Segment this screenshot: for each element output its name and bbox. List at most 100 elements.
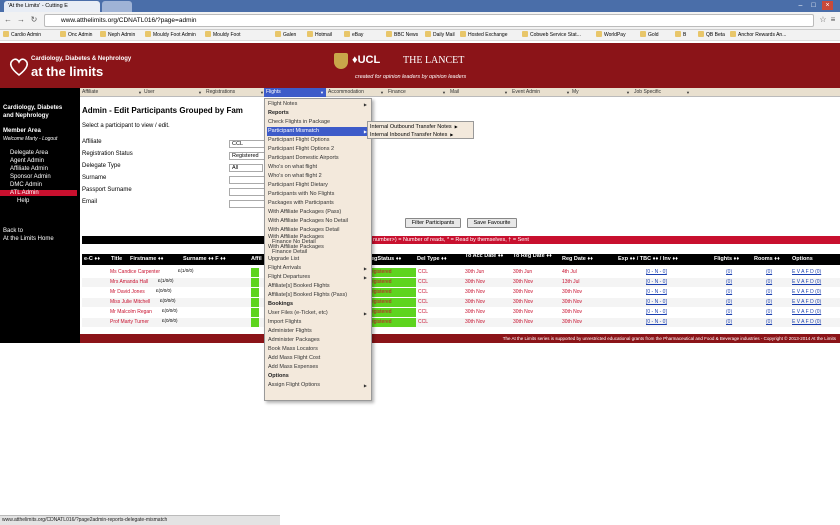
bookmark-item[interactable]: Gold xyxy=(640,31,659,40)
flights-menu-item[interactable]: Add Mass Flight Cost xyxy=(267,354,370,363)
surname-input[interactable] xyxy=(229,176,269,184)
flights-menu-item[interactable]: Participants with No Flights xyxy=(267,190,370,199)
flights-menu-item[interactable]: Participant Domestic Airports xyxy=(267,154,370,163)
flights-menu-item[interactable]: Book Mass Locators xyxy=(267,345,370,354)
flights-link[interactable]: (0) xyxy=(726,318,732,327)
flights-menu-item[interactable]: Flight Notes ▶ xyxy=(267,100,370,109)
col-flights[interactable]: Flights ♦♦ xyxy=(714,254,739,265)
sidebar-item-help[interactable]: Help xyxy=(17,198,29,204)
menu-finance[interactable]: Finance ▼ xyxy=(386,88,448,97)
flights-link[interactable]: (0) xyxy=(726,268,732,277)
rooms-link[interactable]: (0) xyxy=(766,318,772,327)
filter-participants-button[interactable]: Filter Participants xyxy=(405,218,461,228)
col-to-acc-date[interactable]: To Acc Date ♦♦ xyxy=(465,253,507,260)
sidebar-item-sponsor-admin[interactable]: Sponsor Admin xyxy=(10,174,51,180)
participant-name[interactable]: Prof Marty Turner xyxy=(110,318,149,327)
bookmark-item[interactable]: Mouldy Foot Admin xyxy=(145,31,196,40)
participant-name[interactable]: Ms Candice Carpenter xyxy=(110,268,160,277)
flights-menu-item[interactable]: Import Flights xyxy=(267,318,370,327)
bookmark-item[interactable]: Hosted Exchange xyxy=(460,31,507,40)
col-firstname[interactable]: Firstname ♦♦ xyxy=(130,254,163,265)
affiliate-select[interactable]: CCL xyxy=(229,140,269,148)
col-ec[interactable]: e-C ♦♦ xyxy=(84,254,100,265)
flights-menu-item[interactable]: Participant Flight Options xyxy=(267,136,370,145)
sidebar-item-affiliate-admin[interactable]: Affiliate Admin xyxy=(10,166,48,172)
submenu-outbound-transfer-notes[interactable]: Internal Outbound Transfer Notes ▶ xyxy=(370,123,458,131)
email-input[interactable] xyxy=(229,200,269,208)
bookmark-item[interactable]: Hotmail xyxy=(307,31,332,40)
forward-icon[interactable]: → xyxy=(16,15,26,25)
browser-tab-new[interactable] xyxy=(102,1,132,12)
bookmark-item[interactable]: BBC News xyxy=(386,31,418,40)
registration-status-select[interactable]: Registered xyxy=(229,152,269,160)
bookmark-item[interactable]: Onc Admin xyxy=(60,31,92,40)
flights-menu-item[interactable]: Flight Departures ▶ xyxy=(267,273,370,282)
flights-menu-item[interactable]: Who's on what flight 2 xyxy=(267,172,370,181)
delegate-type-select[interactable]: All xyxy=(229,164,263,172)
rooms-link[interactable]: (0) xyxy=(766,288,772,297)
participant-name[interactable]: Mrs Amanda Hall xyxy=(110,278,148,287)
flights-menu-item[interactable]: Affiliate[s] Booked Flights xyxy=(267,282,370,291)
row-options[interactable]: E V A F D (0) xyxy=(792,268,821,277)
flights-menu-item[interactable]: Assign Flight Options ▶ xyxy=(267,381,370,390)
participant-name[interactable]: Mr Malcolm Regan xyxy=(110,308,152,317)
flights-menu-item[interactable]: Participant Flight Dietary xyxy=(267,181,370,190)
participant-name[interactable]: Miss Julie Mitchell xyxy=(110,298,150,307)
exp-tbc-inv-link[interactable]: [0 - N - 0] xyxy=(646,308,667,317)
bookmark-item[interactable]: QB Beta xyxy=(698,31,725,40)
rooms-link[interactable]: (0) xyxy=(766,268,772,277)
flights-menu-item[interactable]: Flight Arrivals ▶ xyxy=(267,264,370,273)
bookmark-item[interactable]: Anchor Rewards An... xyxy=(730,31,786,40)
exp-tbc-inv-link[interactable]: [0 - N - 0] xyxy=(646,278,667,287)
submenu-inbound-transfer-notes[interactable]: Internal Inbound Transfer Notes ▶ xyxy=(370,131,453,139)
browser-tab-active[interactable]: 'At the Limits' - Cutting E xyxy=(4,1,100,12)
welcome-logout-link[interactable]: Welcome Marty - Logout xyxy=(3,136,57,142)
url-input[interactable]: www.atthelimits.org/CDNATL016/?page=admi… xyxy=(44,14,814,27)
menu-my[interactable]: My ▼ xyxy=(570,88,632,97)
sidebar-item-atl-admin[interactable]: ATL Admin xyxy=(0,190,77,196)
flights-menu-item[interactable]: Who's on what flight xyxy=(267,163,370,172)
row-options[interactable]: E V A F D (0) xyxy=(792,298,821,307)
back-home-link[interactable]: At the Limits Home xyxy=(3,236,54,242)
menu-mail[interactable]: Mail ▼ xyxy=(448,88,510,97)
row-options[interactable]: E V A F D (0) xyxy=(792,278,821,287)
close-icon[interactable]: × xyxy=(822,1,833,10)
reload-icon[interactable]: ↻ xyxy=(29,15,39,25)
bookmark-item[interactable]: B xyxy=(675,31,686,40)
maximize-icon[interactable]: □ xyxy=(808,1,819,10)
back-to-label[interactable]: Back to xyxy=(3,228,23,234)
save-favourite-button[interactable]: Save Favourite xyxy=(467,218,517,228)
flights-menu-item[interactable]: Administer Packages xyxy=(267,336,370,345)
col-rooms[interactable]: Rooms ♦♦ xyxy=(754,254,780,265)
exp-tbc-inv-link[interactable]: [0 - N - 0] xyxy=(646,298,667,307)
participant-name[interactable]: Mr David Jones xyxy=(110,288,145,297)
back-icon[interactable]: ← xyxy=(3,15,13,25)
bookmark-item[interactable]: Daily Mail xyxy=(425,31,455,40)
col-exp-tbc-inv[interactable]: Exp ♦♦ / TBC ♦♦ / Inv ♦♦ xyxy=(618,254,678,265)
star-icon[interactable]: ☆ xyxy=(818,15,828,25)
site-logo-title[interactable]: at the limits xyxy=(31,64,103,79)
menu-registrations[interactable]: Registrations ▼ xyxy=(204,88,266,97)
bookmark-item[interactable]: eBay xyxy=(344,31,363,40)
flights-link[interactable]: (0) xyxy=(726,298,732,307)
flights-menu-item[interactable]: Participant Mismatch ▶ xyxy=(267,127,370,136)
flights-menu-item[interactable]: Add Mass Expenses xyxy=(267,363,370,372)
col-to-reg-date[interactable]: To Reg Date ♦♦ xyxy=(513,253,555,260)
bookmark-item[interactable]: WorldPay xyxy=(596,31,626,40)
rooms-link[interactable]: (0) xyxy=(766,278,772,287)
flights-menu-item[interactable]: With Affiliate Packages Finance Detail xyxy=(267,244,370,255)
row-options[interactable]: E V A F D (0) xyxy=(792,318,821,327)
menu-flights[interactable]: Flights ▼ xyxy=(264,88,326,97)
flights-link[interactable]: (0) xyxy=(726,288,732,297)
bookmark-item[interactable]: Cardio Admin xyxy=(3,31,41,40)
menu-job-specific[interactable]: Job Specific ▼ xyxy=(632,88,692,97)
sidebar-item-delegate-area[interactable]: Delegate Area xyxy=(10,150,48,156)
flights-menu-item[interactable]: Check Flights in Package xyxy=(267,118,370,127)
menu-icon[interactable]: ≡ xyxy=(828,15,838,25)
flights-menu-item[interactable]: With Affiliate Packages No Detail xyxy=(267,217,370,226)
passport-surname-input[interactable] xyxy=(229,188,269,196)
bookmark-item[interactable]: Neph Admin xyxy=(100,31,135,40)
row-options[interactable]: E V A F D (0) xyxy=(792,288,821,297)
rooms-link[interactable]: (0) xyxy=(766,308,772,317)
exp-tbc-inv-link[interactable]: [0 - N - 0] xyxy=(646,318,667,327)
